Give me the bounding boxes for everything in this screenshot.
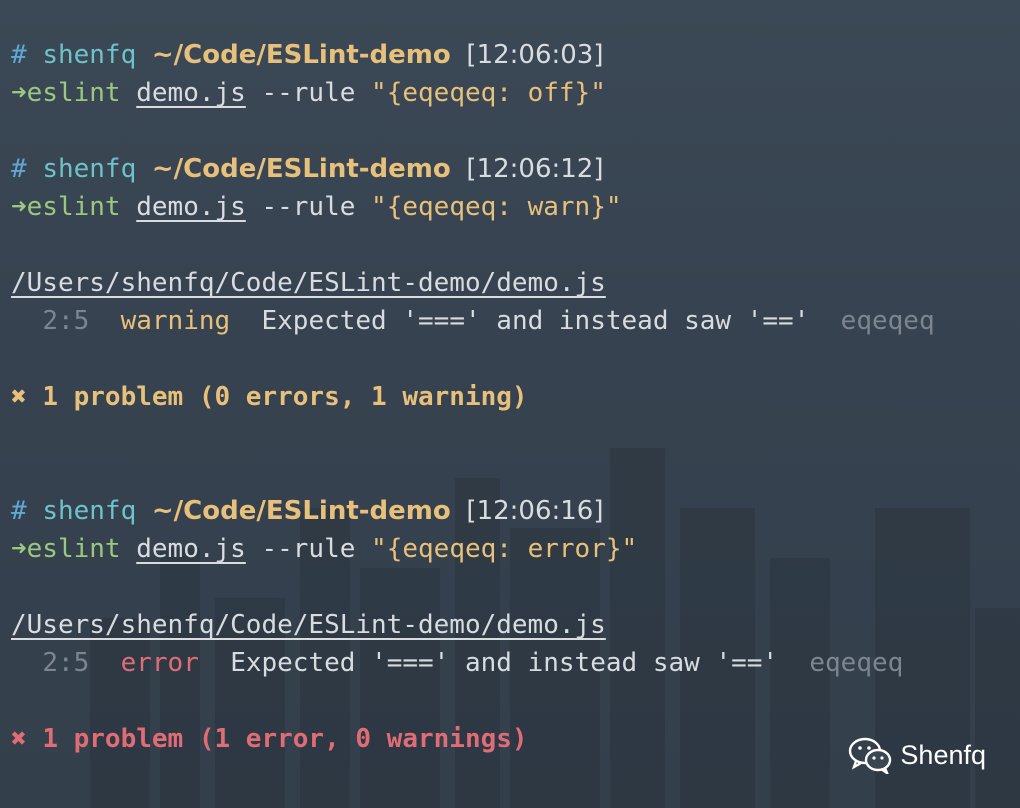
report-file: /Users/shenfq/Code/ESLint-demo/demo.js xyxy=(11,264,606,302)
prompt-line: # shenfq ~/Code/ESLint-demo [12:06:12] xyxy=(11,150,603,188)
wechat-icon xyxy=(849,737,892,774)
report-row: 2:5 error Expected '===' and instead saw… xyxy=(11,644,903,682)
report-file: /Users/shenfq/Code/ESLint-demo/demo.js xyxy=(11,606,606,644)
command-file: demo.js xyxy=(136,534,246,564)
report-severity: error xyxy=(120,648,199,678)
prompt-hash: # xyxy=(11,154,27,184)
command-file: demo.js xyxy=(136,78,246,108)
prompt-user: shenfq xyxy=(42,154,137,184)
prompt-line: # shenfq ~/Code/ESLint-demo [12:06:03] xyxy=(11,36,603,74)
command-value: "{eqeqeq: error}" xyxy=(371,534,638,564)
cross-icon: ✖ xyxy=(11,382,27,412)
prompt-user: shenfq xyxy=(42,40,137,70)
terminal-output: # shenfq ~/Code/ESLint-demo [12:06:03] ➜… xyxy=(11,0,1020,808)
report-message: Expected '===' and instead saw '==' xyxy=(261,306,810,336)
command-flag: --rule xyxy=(261,534,356,564)
report-position: 2:5 xyxy=(42,306,90,336)
report-row: 2:5 warning Expected '===' and instead s… xyxy=(11,302,935,340)
arrow-icon: ➜ xyxy=(11,78,27,108)
prompt-line: # shenfq ~/Code/ESLint-demo [12:06:16] xyxy=(11,492,603,530)
command-flag: --rule xyxy=(261,78,356,108)
command-line: ➜eslint demo.js --rule "{eqeqeq: warn}" xyxy=(11,188,622,226)
prompt-time: [12:06:16] xyxy=(466,496,604,526)
prompt-time: [12:06:03] xyxy=(466,40,604,70)
arrow-icon: ➜ xyxy=(11,192,27,222)
report-severity: warning xyxy=(120,306,231,336)
prompt-user: shenfq xyxy=(42,496,137,526)
command-bin: eslint xyxy=(26,192,121,222)
cross-icon: ✖ xyxy=(11,724,27,754)
arrow-icon: ➜ xyxy=(11,534,27,564)
prompt-hash: # xyxy=(11,40,27,70)
command-file: demo.js xyxy=(136,192,246,222)
command-bin: eslint xyxy=(26,78,121,108)
watermark-text: Shenfq xyxy=(900,739,986,770)
report-rule: eqeqeq xyxy=(809,648,904,678)
summary-text: 1 problem (1 error, 0 warnings) xyxy=(42,724,528,754)
report-message: Expected '===' and instead saw '==' xyxy=(230,648,779,678)
report-position: 2:5 xyxy=(42,648,90,678)
command-line: ➜eslint demo.js --rule "{eqeqeq: error}" xyxy=(11,530,637,568)
command-value: "{eqeqeq: off}" xyxy=(371,78,606,108)
report-summary: ✖ 1 problem (1 error, 0 warnings) xyxy=(11,720,528,758)
watermark: Shenfq xyxy=(848,736,986,774)
report-file-path: /Users/shenfq/Code/ESLint-demo/demo.js xyxy=(11,610,606,640)
prompt-time: [12:06:12] xyxy=(466,154,604,184)
command-flag: --rule xyxy=(261,192,356,222)
report-file-path: /Users/shenfq/Code/ESLint-demo/demo.js xyxy=(11,268,606,298)
prompt-path: ~/Code/ESLint-demo xyxy=(151,40,451,70)
command-value: "{eqeqeq: warn}" xyxy=(371,192,622,222)
command-line: ➜eslint demo.js --rule "{eqeqeq: off}" xyxy=(11,74,606,112)
summary-text: 1 problem (0 errors, 1 warning) xyxy=(42,382,528,412)
command-bin: eslint xyxy=(26,534,121,564)
report-summary: ✖ 1 problem (0 errors, 1 warning) xyxy=(11,378,528,416)
prompt-path: ~/Code/ESLint-demo xyxy=(151,496,451,526)
prompt-hash: # xyxy=(11,496,27,526)
prompt-path: ~/Code/ESLint-demo xyxy=(151,154,451,184)
report-rule: eqeqeq xyxy=(840,306,935,336)
